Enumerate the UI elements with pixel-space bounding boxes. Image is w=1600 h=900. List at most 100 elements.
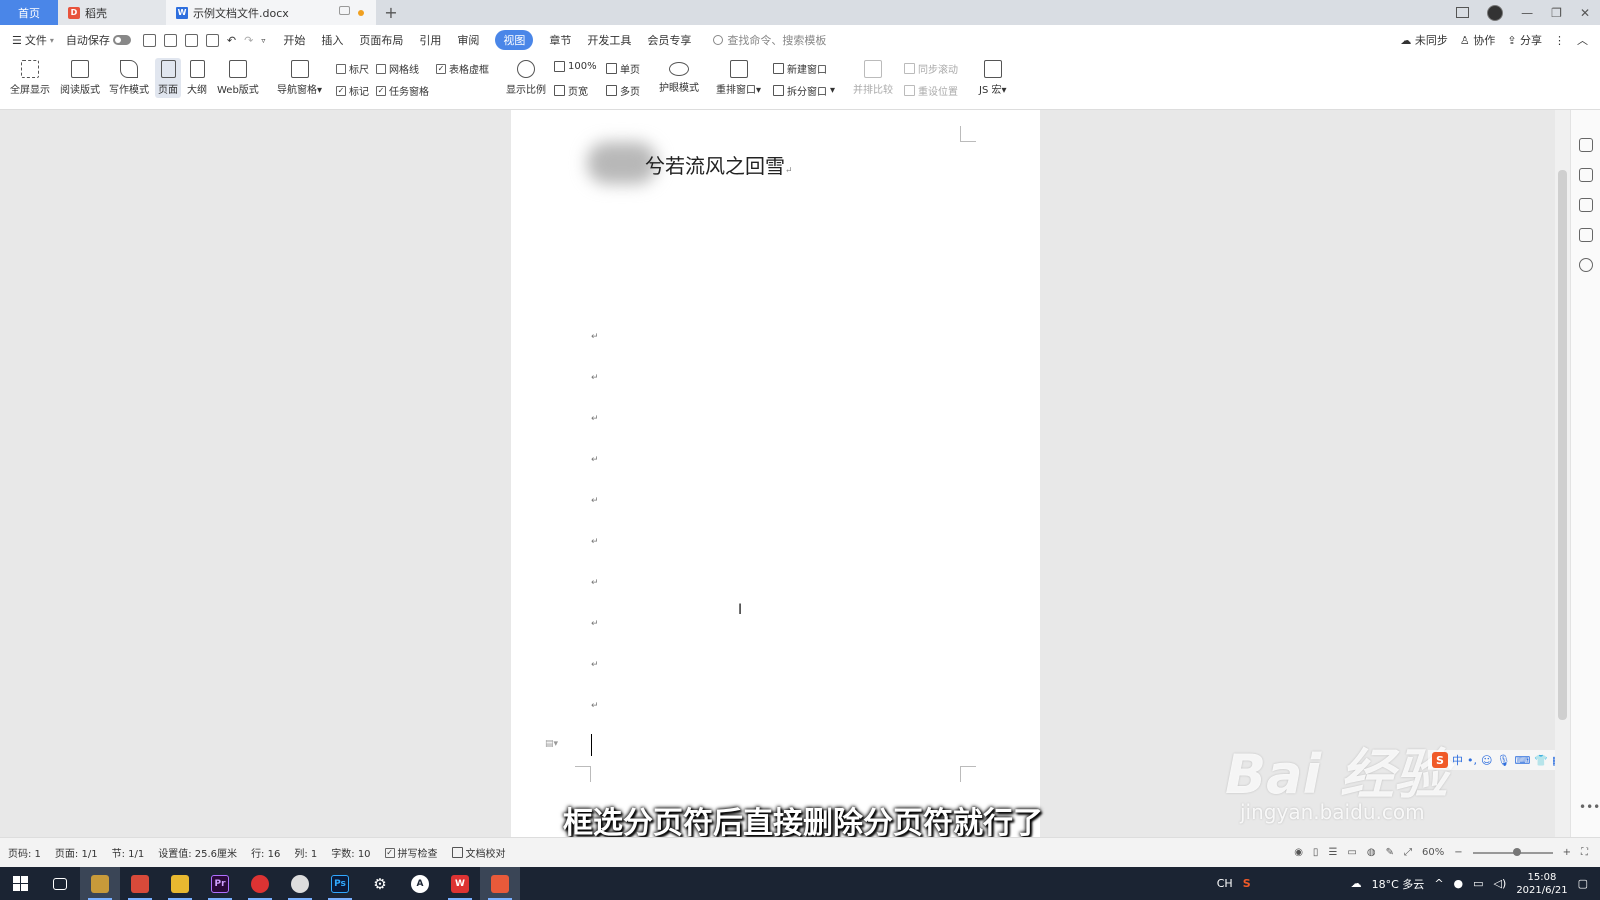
undo-icon[interactable]: ↶ [227, 34, 236, 47]
new-tab-button[interactable]: + [376, 0, 406, 25]
file-menu[interactable]: ☰ 文件 ▾ [12, 32, 54, 48]
document-page[interactable]: 兮若流风之回雪↵ ↵ ↵ ↵ ↵ ↵ ↵ ↵ ↵ ↵ ↵ ▤▾ [511, 110, 1040, 837]
tab-page-layout[interactable]: 页面布局 [359, 32, 403, 48]
zoom-out-icon[interactable]: − [1454, 847, 1462, 858]
reset-position-button[interactable]: 重设位置 [904, 83, 958, 98]
taskbar-explorer-app[interactable] [160, 867, 200, 900]
rearrange-window-button[interactable]: 重排窗口▾ [716, 60, 761, 96]
taskbar-wps-app[interactable]: W [440, 867, 480, 900]
zoom-ratio-button[interactable]: 显示比例 [506, 60, 546, 96]
ime-toolbar[interactable]: S 中 •, ☺ 🎙 ⌨ 👕 ▦ [1428, 750, 1555, 770]
doc-proof-button[interactable]: 文档校对 [451, 845, 506, 860]
nav-pane-button[interactable]: 导航窗格▾ [277, 60, 322, 96]
web-layout-button[interactable]: Web版式 [217, 60, 259, 96]
keyboard-icon[interactable]: ⌨ [1514, 754, 1530, 767]
taskbar-premiere-app[interactable]: Pr [200, 867, 240, 900]
table-gridlines-checkbox[interactable]: ✓ 表格虚框 [436, 61, 489, 76]
ruler-checkbox[interactable]: 标尺 [336, 61, 369, 76]
status-pages[interactable]: 页面: 1/1 [55, 845, 98, 860]
tab-home[interactable]: 首页 [0, 0, 58, 25]
zoom-slider[interactable] [1472, 847, 1553, 856]
document-title[interactable]: 兮若流风之回雪↵ [599, 150, 793, 179]
zoom-in-icon[interactable]: + [1563, 847, 1571, 858]
status-col[interactable]: 列: 1 [294, 845, 317, 860]
fullscreen-button[interactable]: 全屏显示 [10, 60, 50, 96]
print-icon[interactable] [184, 33, 198, 47]
sync-scroll-button[interactable]: 同步滚动 [904, 61, 958, 76]
minimize-icon[interactable]: — [1521, 6, 1533, 20]
web-view-icon[interactable]: ◍ [1367, 847, 1376, 858]
tab-developer[interactable]: 开发工具 [587, 32, 631, 48]
page-view-icon[interactable]: ▯ [1313, 847, 1319, 858]
weather-text[interactable]: 18°C 多云 [1372, 876, 1425, 892]
customize-icon[interactable]: ▿ [261, 36, 265, 45]
redo-icon[interactable]: ↷ [244, 34, 253, 47]
volume-icon[interactable]: ◁) [1494, 877, 1507, 890]
tab-document[interactable]: W 示例文档文件.docx [166, 0, 376, 25]
vertical-scrollbar[interactable] [1555, 110, 1570, 837]
marks-checkbox[interactable]: ✓ 标记 [336, 83, 369, 98]
emoji-icon[interactable]: ☺ [1481, 754, 1492, 767]
sync-button[interactable]: ☁ 未同步 [1400, 32, 1448, 48]
tab-review[interactable]: 审阅 [457, 32, 479, 48]
command-search[interactable]: 查找命令、搜索模板 [713, 32, 826, 48]
split-window-button[interactable]: 拆分窗口 ▾ [773, 83, 835, 98]
write-view-icon[interactable]: ✎ [1386, 847, 1394, 858]
writing-mode-button[interactable]: 写作模式 [109, 60, 149, 96]
autosave-toggle[interactable]: 自动保存 [66, 32, 131, 48]
status-row[interactable]: 行: 16 [251, 845, 280, 860]
fullscreen-icon[interactable]: ⛶ [1581, 847, 1588, 858]
status-page-no[interactable]: 页码: 1 [8, 845, 41, 860]
side-by-side-button[interactable]: 并排比较 [853, 60, 893, 96]
sogou-tray-icon[interactable]: S [1243, 877, 1251, 890]
more-horizontal-icon[interactable]: ••• [1579, 800, 1600, 814]
js-macro-button[interactable]: JS 宏▾ [979, 60, 1007, 96]
gridlines-checkbox[interactable]: 网格线 [376, 61, 419, 76]
select-icon[interactable] [1579, 198, 1593, 212]
network-icon[interactable]: ▭ [1473, 877, 1483, 890]
start-button[interactable] [0, 867, 40, 900]
save-icon[interactable] [142, 33, 156, 47]
new-window-button[interactable]: 新建窗口 [773, 61, 827, 76]
taskbar-browser-app[interactable] [280, 867, 320, 900]
page-view-button[interactable]: 页面 [155, 58, 181, 98]
tab-member[interactable]: 会员专享 [647, 32, 691, 48]
single-page-button[interactable]: 单页 [606, 61, 640, 76]
tab-view[interactable]: 视图 [495, 30, 534, 50]
page-width-button[interactable]: 页宽 [554, 83, 588, 98]
layout-icon[interactable] [1456, 7, 1470, 18]
format-painter-icon[interactable] [163, 33, 177, 47]
taskbar-settings-app[interactable]: ⚙ [360, 867, 400, 900]
document-workspace[interactable]: 兮若流风之回雪↵ ↵ ↵ ↵ ↵ ↵ ↵ ↵ ↵ ↵ ↵ ▤▾ I Bai 经验… [0, 110, 1555, 837]
eye-icon[interactable]: ◉ [1294, 847, 1303, 858]
clock[interactable]: 15:08 2021/6/21 [1516, 871, 1567, 897]
tab-daoke[interactable]: D 稻壳 [58, 0, 166, 25]
task-pane-checkbox[interactable]: ✓ 任务窗格 [376, 83, 429, 98]
status-section[interactable]: 节: 1/1 [112, 845, 145, 860]
tab-references[interactable]: 引用 [419, 32, 441, 48]
ime-indicator[interactable]: CH [1217, 877, 1233, 890]
reading-view-icon[interactable]: ▭ [1347, 847, 1356, 858]
outline-button[interactable]: 大纲 [187, 60, 207, 96]
close-icon[interactable]: ✕ [1580, 6, 1590, 20]
scrollbar-thumb[interactable] [1558, 170, 1567, 720]
zoom-level[interactable]: 60% [1422, 847, 1444, 858]
style-icon[interactable] [1579, 138, 1593, 152]
tab-start[interactable]: 开始 [283, 32, 305, 48]
fit-icon[interactable]: ⤢ [1404, 847, 1412, 858]
monitor-icon[interactable] [339, 6, 350, 15]
edit-icon[interactable] [1579, 168, 1593, 182]
punctuation-icon[interactable]: •, [1467, 754, 1477, 767]
taskbar-slides-app[interactable] [120, 867, 160, 900]
skin-icon[interactable]: 👕 [1534, 754, 1548, 767]
collab-button[interactable]: ♙ 协作 [1460, 32, 1495, 48]
status-settings[interactable]: 设置值: 25.6厘米 [158, 845, 237, 860]
help-icon[interactable] [1579, 258, 1593, 272]
tab-chapter[interactable]: 章节 [549, 32, 571, 48]
taskbar-chrome-app[interactable] [240, 867, 280, 900]
paragraph-layout-icon[interactable]: ▤▾ [545, 739, 558, 749]
settings-icon[interactable] [1579, 228, 1593, 242]
collapse-ribbon-icon[interactable]: ︿ [1577, 32, 1588, 48]
ime-mode[interactable]: 中 [1452, 752, 1463, 768]
more-icon[interactable]: ⋮ [1554, 34, 1565, 47]
